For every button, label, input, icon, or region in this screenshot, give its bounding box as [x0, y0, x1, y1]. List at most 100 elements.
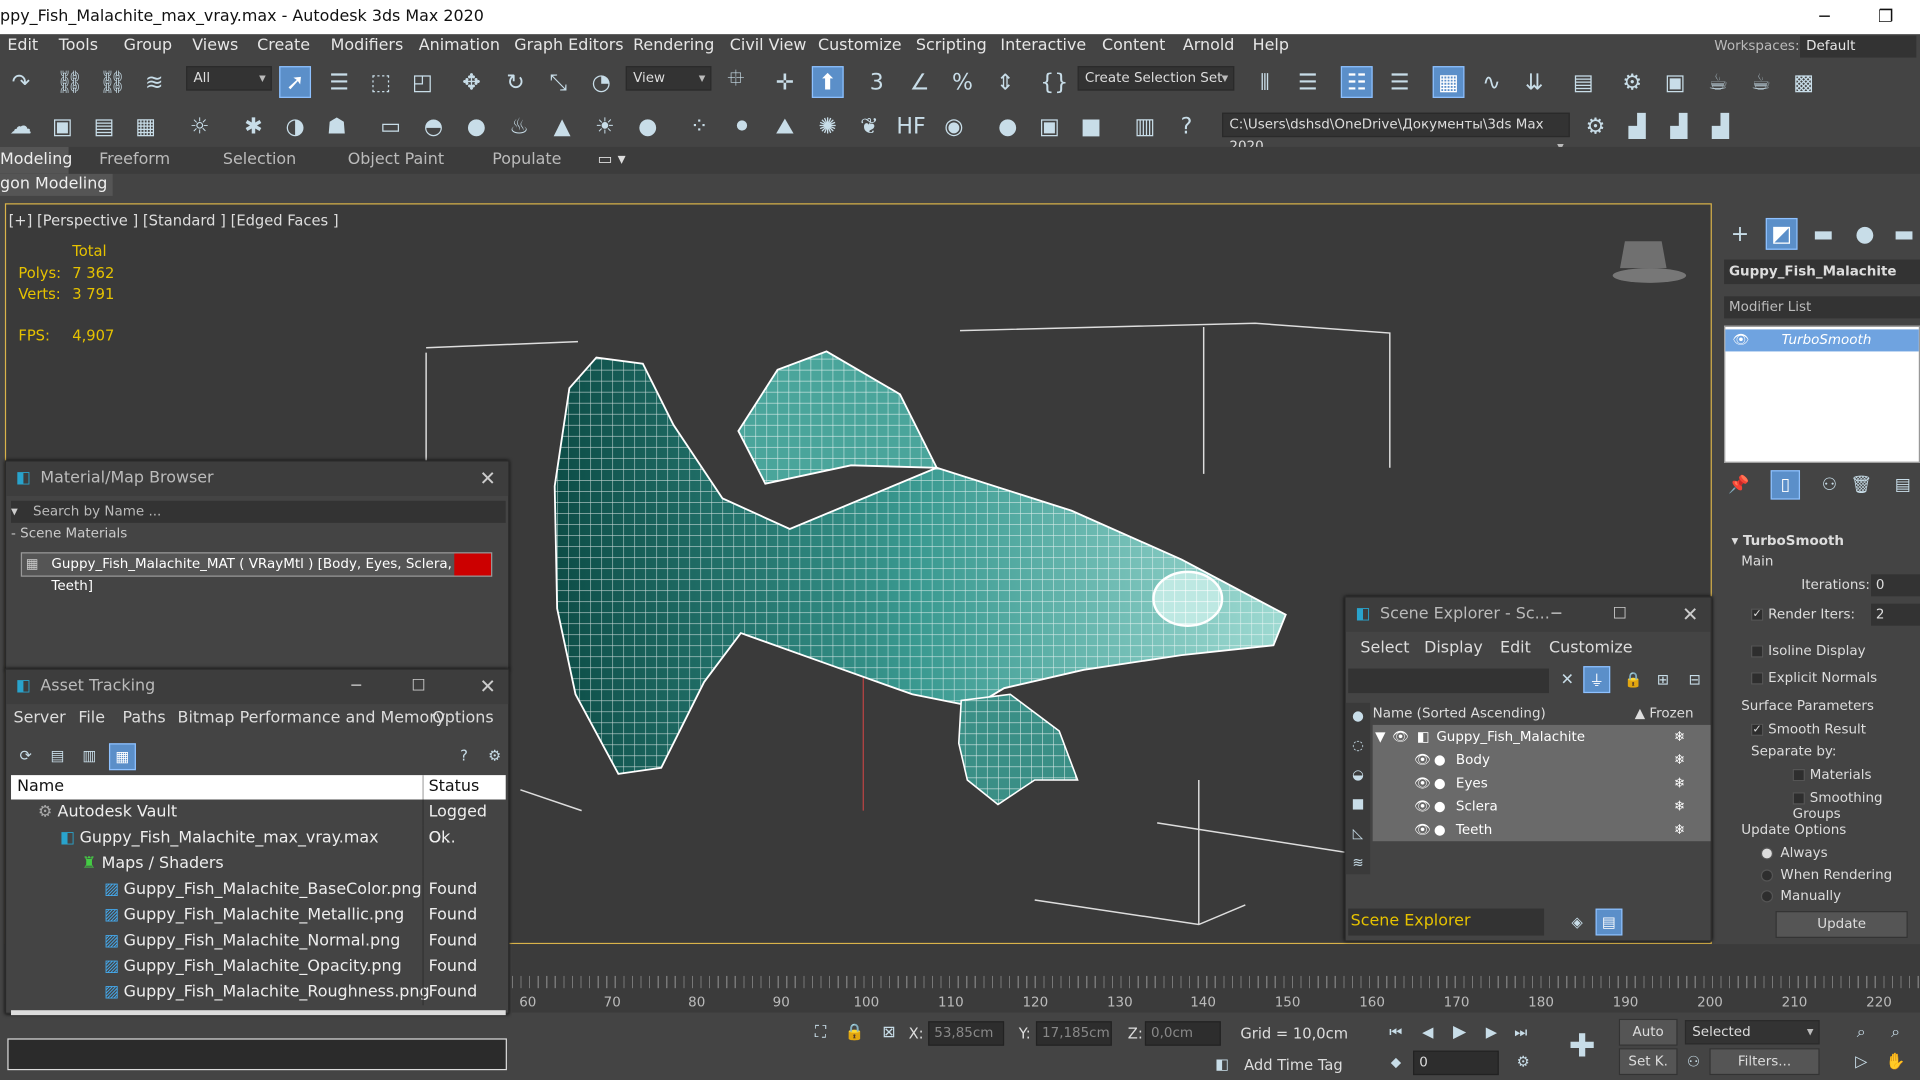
auto-key-button[interactable]: Auto [1618, 1018, 1678, 1046]
place-icon[interactable]: ◔ [585, 66, 617, 98]
tab-populate[interactable]: Populate [492, 147, 561, 174]
tree-node-root[interactable]: ▼ 👁 ◧ Guppy_Fish_Malachite ❄ [1373, 725, 1711, 748]
table-row[interactable]: ▨ Guppy_Fish_Malachite_BaseColor.png Fou… [11, 876, 506, 903]
snaps-toggle-icon[interactable]: 3 [861, 66, 893, 98]
curve-editor-icon[interactable]: ∿ [1476, 66, 1508, 98]
manually-radio[interactable]: Manually [1760, 888, 1841, 904]
menu-display[interactable]: Display [1424, 639, 1483, 657]
explicit-normals-checkbox[interactable]: Explicit Normals [1751, 670, 1877, 686]
when-rendering-radio[interactable]: When Rendering [1760, 867, 1892, 883]
turbosmooth-rollout-header[interactable]: ▾ TurboSmooth [1731, 533, 1844, 549]
table-icon[interactable]: ▥ [77, 743, 101, 767]
menu-edit[interactable]: Edit [7, 34, 38, 58]
visibility-icon[interactable]: 👁 [1414, 748, 1431, 771]
polygon-modeling-label[interactable]: gon Modeling [0, 173, 113, 196]
link-icon[interactable]: ⛓ [54, 66, 86, 98]
table-row[interactable]: ◧ Guppy_Fish_Malachite_max_vray.max Ok [11, 825, 506, 852]
close-icon[interactable]: ✕ [480, 670, 496, 704]
table-row[interactable]: ▨ Guppy_Fish_Malachite_Normal.png Found [11, 928, 506, 954]
reference-coord-dropdown[interactable]: View [625, 66, 712, 91]
tree-node-teeth[interactable]: 👁 ● Teeth ❄ [1373, 818, 1711, 841]
pan-icon[interactable]: ✋ [1883, 1049, 1907, 1073]
image-icon[interactable]: ▣ [47, 110, 79, 142]
lights-filter-icon[interactable]: ◒ [1346, 762, 1370, 786]
archive-icon[interactable]: ▟ [1705, 110, 1737, 142]
table-row[interactable]: ⚙ Autodesk Vault Logged O... [11, 799, 506, 847]
visibility-icon[interactable]: 👁 [1414, 818, 1431, 841]
schematic-view-icon[interactable]: ⇊ [1518, 66, 1550, 98]
menu-select[interactable]: Select [1360, 639, 1409, 657]
redo-icon[interactable]: ↷ [5, 66, 37, 98]
vray-material-icon[interactable]: ◉ [938, 110, 970, 142]
close-icon[interactable]: ✕ [1682, 598, 1698, 632]
table-row[interactable]: ♜ Maps / Shaders [11, 851, 506, 877]
bind-spacewarp-icon[interactable]: ≋ [138, 66, 170, 98]
display-tab-icon[interactable]: ▬ [1888, 218, 1920, 250]
maximize-icon[interactable]: ☐ [1613, 598, 1627, 632]
menu-edit[interactable]: Edit [1500, 639, 1531, 657]
zoom-icon[interactable]: ⌕ [1849, 1020, 1873, 1044]
project-folder-icon[interactable]: ⚙ [1580, 110, 1612, 142]
save-folder-icon[interactable]: ▟ [1663, 110, 1695, 142]
environment-icon[interactable]: ⛰ [769, 110, 801, 142]
maxscript-listener-input[interactable] [7, 1038, 507, 1071]
hair-icon[interactable]: HF [895, 110, 927, 142]
render-iterative-icon[interactable]: ☕ [1745, 66, 1777, 98]
menu-interactive[interactable]: Interactive [1000, 34, 1086, 58]
menu-graph-editors[interactable]: Graph Editors [514, 34, 623, 58]
add-time-tag-button[interactable]: Add Time Tag [1244, 1057, 1343, 1074]
frozen-icon[interactable]: ❄ [1674, 818, 1685, 841]
tree-node-eyes[interactable]: 👁 ● Eyes ❄ [1373, 771, 1711, 794]
materials-checkbox[interactable]: Materials [1792, 767, 1872, 782]
filter-icon[interactable]: ⏚ [1583, 666, 1611, 694]
remove-modifier-icon[interactable]: 🗑 [1847, 470, 1876, 499]
menu-content[interactable]: Content [1102, 34, 1165, 58]
toggle-scene-explorer-icon[interactable]: ☷ [1340, 66, 1373, 98]
visibility-icon[interactable]: 👁 [1414, 795, 1431, 818]
spacewarps-filter-icon[interactable]: ≋ [1346, 850, 1370, 874]
zoom-all-icon[interactable]: ⌕ [1883, 1020, 1907, 1044]
keyboard-shortcut-override-icon[interactable]: ⬆ [811, 66, 844, 98]
clear-search-icon[interactable]: ✕ [1554, 666, 1581, 693]
list-icon[interactable]: ▤ [88, 110, 120, 142]
make-unique-icon[interactable]: ⚇ [1815, 470, 1844, 499]
menu-tools[interactable]: Tools [59, 34, 98, 58]
open-folder-icon[interactable]: ▟ [1621, 110, 1653, 142]
close-icon[interactable]: ✕ [480, 462, 496, 496]
play-icon[interactable]: ▶ [1447, 1020, 1471, 1044]
z-coordinate-field[interactable]: 0,0cm [1144, 1021, 1221, 1046]
align-icon[interactable]: ☰ [1292, 66, 1324, 98]
modifier-stack-item[interactable]: 👁 TurboSmooth [1725, 329, 1919, 352]
menu-bitmap-performance[interactable]: Bitmap Performance and Memory [178, 709, 446, 727]
tab-modeling[interactable]: Modeling [0, 146, 72, 174]
rectangular-selection-icon[interactable]: ⬚ [365, 66, 397, 98]
menu-scripting[interactable]: Scripting [916, 34, 987, 58]
scene-materials-header[interactable]: - Scene Materials [11, 525, 127, 541]
object-name-field[interactable]: Guppy_Fish_Malachite [1724, 259, 1920, 285]
tree-node-body[interactable]: 👁 ● Body ❄ [1373, 748, 1711, 771]
menu-options[interactable]: Options [432, 709, 493, 727]
material-search-field[interactable]: ▾ Search by Name ... [11, 500, 506, 523]
workspaces-dropdown[interactable]: Default [1800, 35, 1917, 58]
displacement-icon[interactable]: ✺ [812, 110, 844, 142]
show-end-result-icon[interactable]: ▯ [1770, 470, 1801, 500]
modify-tab-icon[interactable]: ◩ [1765, 217, 1798, 250]
menu-file[interactable]: File [78, 709, 105, 727]
always-radio[interactable]: Always [1760, 845, 1828, 861]
scene-converter-icon[interactable]: ■ [1075, 110, 1107, 142]
angle-snap-icon[interactable]: ∠ [904, 66, 936, 98]
field-of-view-icon[interactable]: ▷ [1849, 1049, 1873, 1073]
motion-tab-icon[interactable]: ● [1849, 218, 1881, 250]
table-row[interactable]: ▨ Guppy_Fish_Malachite_Opacity.png Found [11, 953, 506, 980]
previous-frame-icon[interactable]: ◀ [1416, 1020, 1440, 1044]
current-frame-spinner[interactable]: 0 [1413, 1050, 1499, 1076]
pivot-center-icon[interactable]: ⯐ [720, 66, 752, 98]
plant-icon[interactable]: ❦ [853, 110, 885, 142]
column-name[interactable]: Name [17, 775, 64, 799]
menu-arnold[interactable]: Arnold [1183, 34, 1235, 58]
help-icon[interactable]: ? [1171, 110, 1203, 142]
next-frame-icon[interactable]: ▶ [1479, 1020, 1503, 1044]
table-row[interactable]: ▨ Guppy_Fish_Malachite_Roughness.png Fou… [11, 979, 506, 1006]
frozen-icon[interactable]: ❄ [1674, 748, 1685, 771]
layer-icon[interactable]: ◈ [1564, 909, 1591, 936]
